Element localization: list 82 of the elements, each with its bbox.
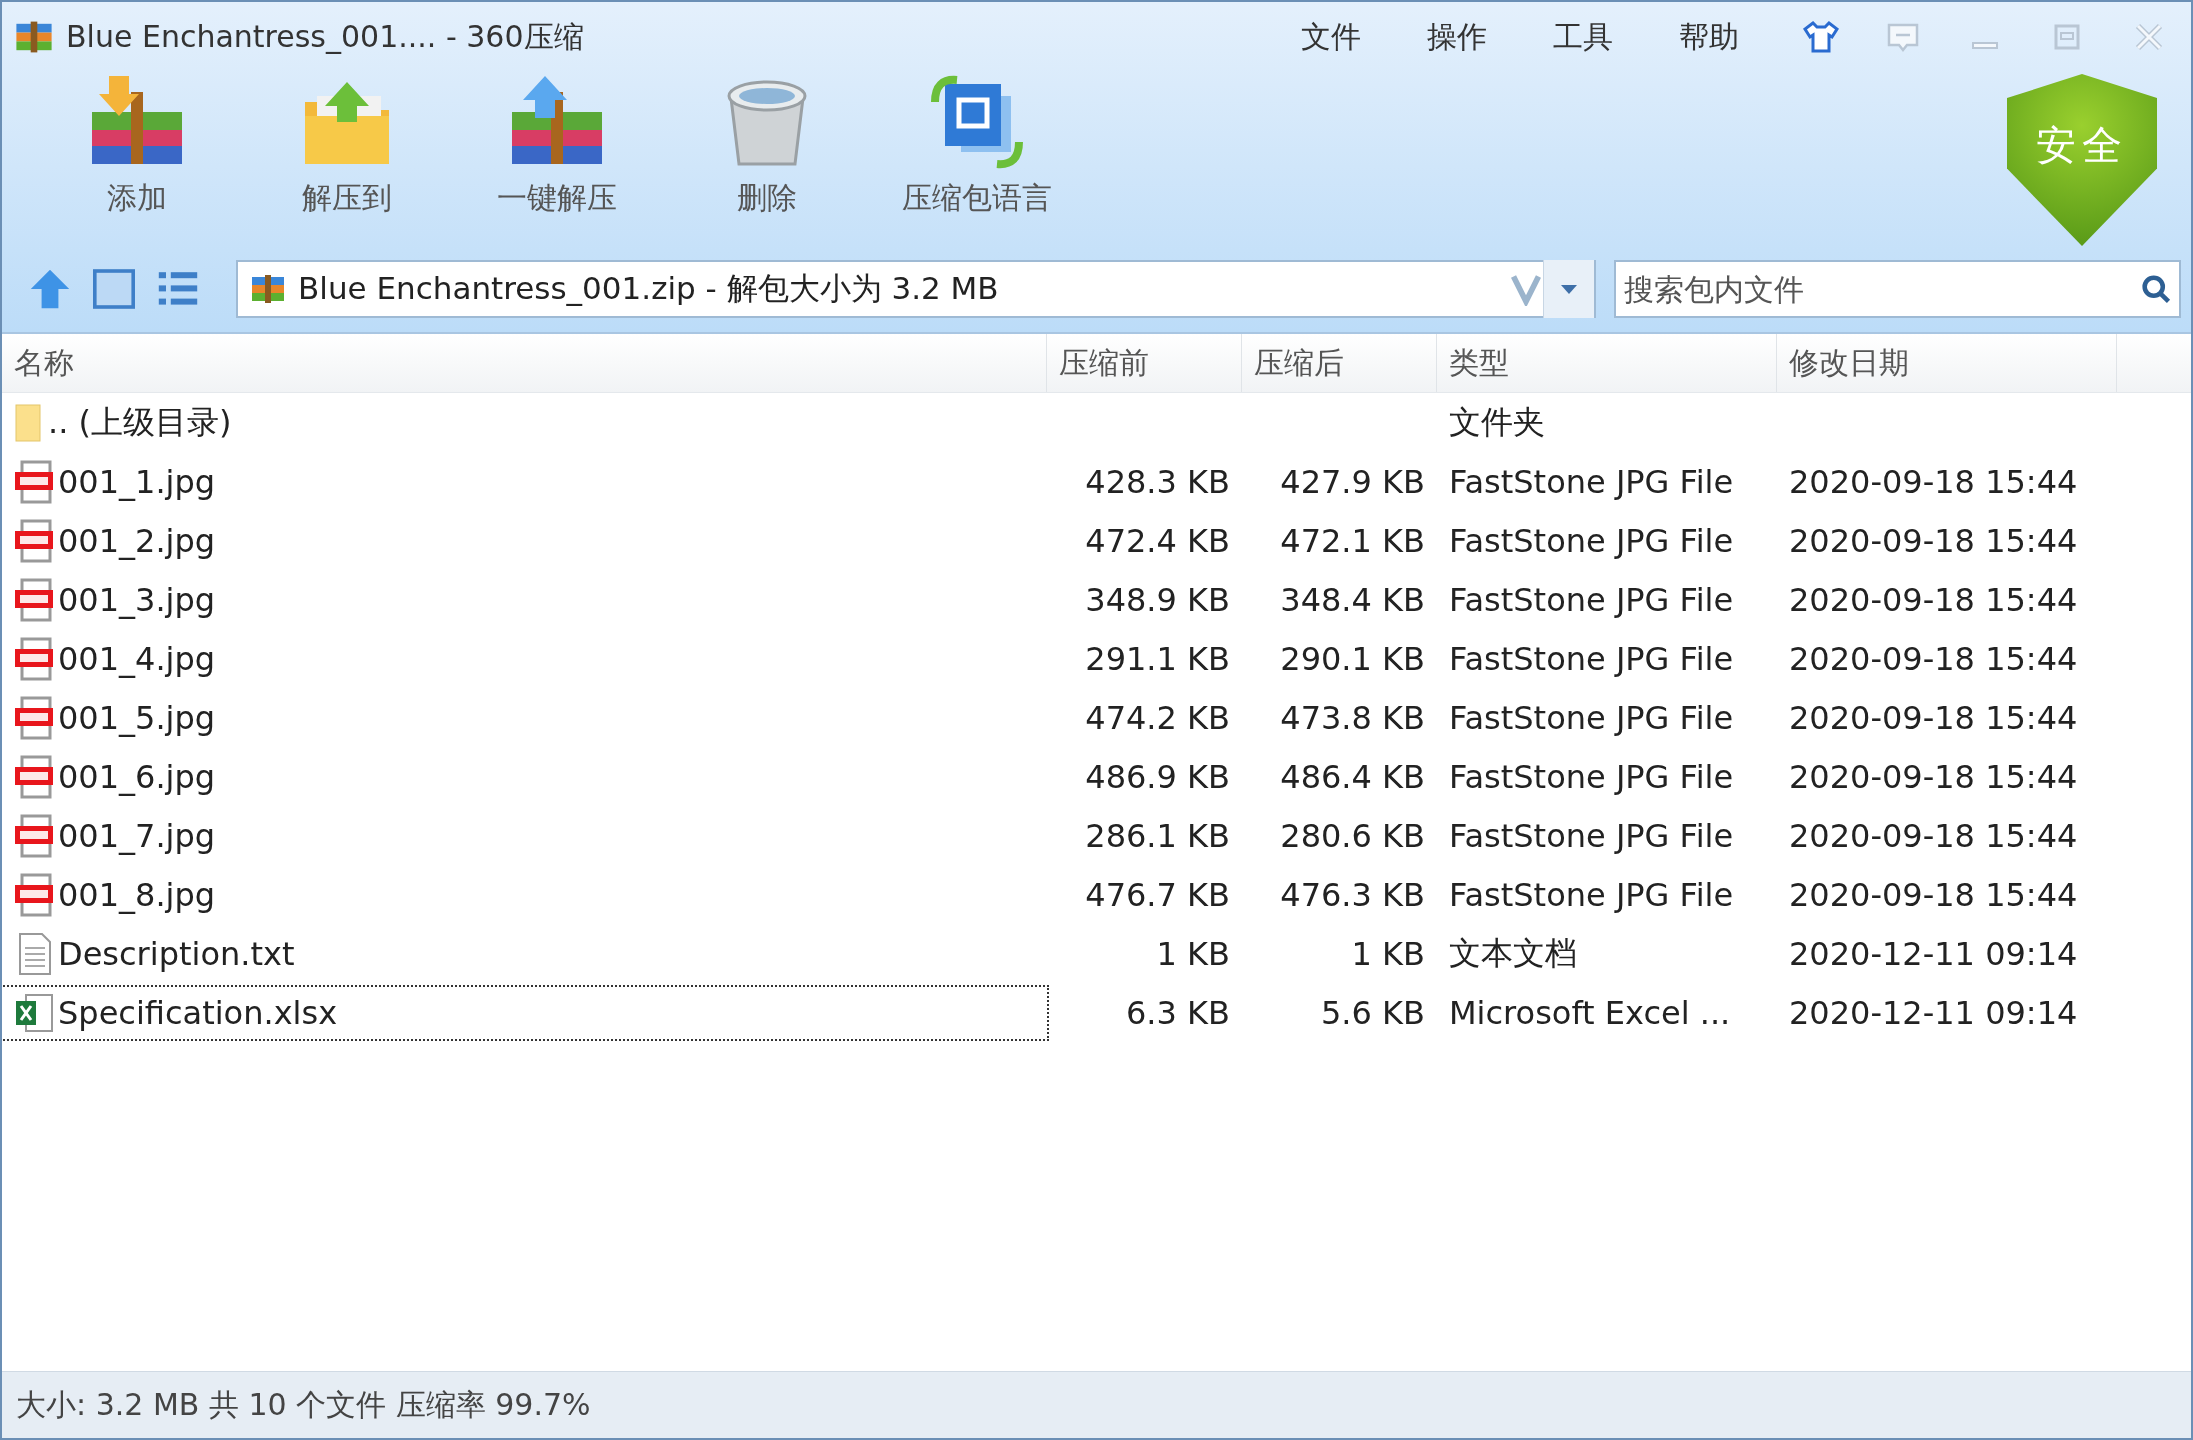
table-cell-text: FastStone JPG File <box>1448 580 1735 619</box>
table-cell-text: FastStone JPG File <box>1448 639 1735 678</box>
table-row[interactable]: 001_5.jpg <box>2 691 1047 744</box>
table-cell-text: 2020-09-18 15:44 <box>1788 816 2079 855</box>
image-file-icon <box>14 695 54 740</box>
column-header[interactable]: 压缩后 <box>1242 334 1437 392</box>
image-file-icon <box>14 754 54 799</box>
column-header[interactable]: 修改日期 <box>1777 334 2117 392</box>
table-cell-text: FastStone JPG File <box>1448 462 1735 501</box>
table-cell-text: 486.4 KB <box>1279 757 1426 796</box>
table-row[interactable]: 001_4.jpg <box>2 632 1047 685</box>
column-header[interactable]: 压缩前 <box>1047 334 1242 392</box>
table-row[interactable]: 001_7.jpg <box>2 809 1047 862</box>
table-cell-text: 286.1 KB <box>1084 816 1231 855</box>
table-cell-text: FastStone JPG File <box>1448 875 1735 914</box>
table-cell-text: 474.2 KB <box>1084 698 1231 737</box>
table-cell-text: 5.6 KB <box>1320 993 1426 1032</box>
table-cell-text: 1 KB <box>1155 934 1231 973</box>
table-cell-text: 文本文档 <box>1448 932 1578 974</box>
table-cell-text: 2020-12-11 09:14 <box>1788 934 2079 973</box>
table-cell-text: 428.3 KB <box>1084 462 1231 501</box>
table-cell-text: 2020-09-18 15:44 <box>1788 639 2079 678</box>
table-cell-text: 472.1 KB <box>1279 521 1426 560</box>
table-cell-text: FastStone JPG File <box>1448 521 1735 560</box>
folder-icon <box>14 402 44 443</box>
menu-item[interactable]: 操作 <box>1427 16 1487 58</box>
table-row[interactable]: .. (上级目录) <box>2 396 1047 449</box>
table-cell-text: 2020-09-18 15:44 <box>1788 875 2079 914</box>
table-row[interactable]: 001_1.jpg <box>2 455 1047 508</box>
table-row[interactable]: 001_6.jpg <box>2 750 1047 803</box>
table-cell-text: 2020-09-18 15:44 <box>1788 698 2079 737</box>
status-bar: 大小: 3.2 MB 共 10 个文件 压缩率 99.7% <box>2 1371 2191 1438</box>
table-row[interactable]: 001_8.jpg <box>2 868 1047 921</box>
table-cell-text: FastStone JPG File <box>1448 816 1735 855</box>
table-cell-text: 290.1 KB <box>1279 639 1426 678</box>
table-cell-text: 280.6 KB <box>1279 816 1426 855</box>
table-cell-text: 2020-09-18 15:44 <box>1788 757 2079 796</box>
image-file-icon <box>14 577 54 622</box>
table-cell-text: 476.7 KB <box>1084 875 1231 914</box>
image-file-icon <box>14 459 54 504</box>
table-cell-text: Microsoft Excel ... <box>1448 993 1732 1032</box>
table-cell-text: 473.8 KB <box>1279 698 1426 737</box>
toolbar-button[interactable]: 压缩包语言 <box>882 72 1072 219</box>
image-file-icon <box>14 636 54 681</box>
table-cell-text: 6.3 KB <box>1125 993 1231 1032</box>
column-header[interactable]: 名称 <box>2 334 1047 392</box>
table-cell-text: 2020-09-18 15:44 <box>1788 521 2079 560</box>
table-cell-text: 348.9 KB <box>1084 580 1231 619</box>
table-cell-text: FastStone JPG File <box>1448 757 1735 796</box>
dropdown-caret-icon[interactable] <box>1543 260 1594 318</box>
toolbar-button[interactable]: 一键解压 <box>462 72 652 219</box>
search-field[interactable]: 搜索包内文件 <box>1614 260 2181 318</box>
table-cell-text: 2020-09-18 15:44 <box>1788 580 2079 619</box>
table-cell-text: 2020-09-18 15:44 <box>1788 462 2079 501</box>
window-title: Blue Enchantress_001.... - 360压缩 <box>66 17 584 56</box>
address-field[interactable]: Blue Enchantress_001.zip - 解包大小为 3.2 MB <box>236 260 1596 318</box>
table-cell-text: 2020-12-11 09:14 <box>1788 993 2079 1032</box>
table-cell-text: 1 KB <box>1350 934 1426 973</box>
table-cell-text: 486.9 KB <box>1084 757 1231 796</box>
table-cell-text: 472.4 KB <box>1084 521 1231 560</box>
image-file-icon <box>14 872 54 917</box>
table-cell-text: 291.1 KB <box>1084 639 1231 678</box>
menu-item[interactable]: 帮助 <box>1679 16 1739 58</box>
search-icon[interactable] <box>2139 272 2173 306</box>
table-row[interactable]: Specification.xlsx <box>2 986 1047 1039</box>
address-text: Blue Enchantress_001.zip - 解包大小为 3.2 MB <box>297 269 1000 308</box>
table-cell-text: FastStone JPG File <box>1448 698 1735 737</box>
table-cell-text: 文件夹 <box>1448 401 1546 443</box>
table-cell-text: 476.3 KB <box>1279 875 1426 914</box>
table-row[interactable]: 001_3.jpg <box>2 573 1047 626</box>
table-cell-text: 348.4 KB <box>1279 580 1426 619</box>
menu-item[interactable]: 文件 <box>1301 16 1361 58</box>
table-cell-text: 427.9 KB <box>1279 462 1426 501</box>
table-row[interactable]: 001_2.jpg <box>2 514 1047 567</box>
table-row[interactable]: Description.txt <box>2 927 1047 980</box>
column-header[interactable]: 类型 <box>1437 334 1777 392</box>
menu-item[interactable]: 工具 <box>1553 16 1613 58</box>
image-file-icon <box>14 518 54 563</box>
toolbar-button[interactable]: 删除 <box>672 72 862 219</box>
toolbar-button[interactable]: 添加 <box>42 72 232 219</box>
toolbar-button[interactable]: 解压到 <box>252 72 442 219</box>
image-file-icon <box>14 813 54 858</box>
